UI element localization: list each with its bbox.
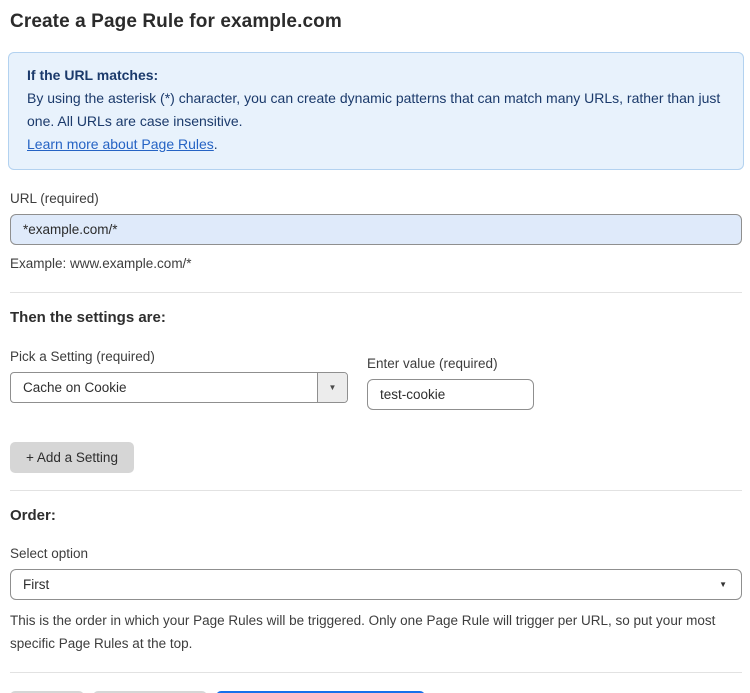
chevron-down-icon: ▼ [328, 383, 337, 392]
order-select[interactable]: First ▼ [10, 569, 742, 600]
order-select-value: First [23, 577, 50, 592]
settings-section-heading: Then the settings are: [10, 309, 166, 326]
url-input[interactable] [10, 214, 742, 245]
setting-picker-label: Pick a Setting (required) [10, 349, 155, 364]
order-section-heading: Order: [10, 507, 56, 524]
url-field-label: URL (required) [10, 191, 99, 206]
link-suffix: . [213, 136, 218, 152]
url-match-info-box: If the URL matches: By using the asteris… [8, 52, 744, 170]
setting-picker-dropdown[interactable]: Cache on Cookie ▼ [10, 372, 348, 403]
divider [10, 490, 742, 491]
page-title: Create a Page Rule for example.com [10, 11, 342, 32]
settings-row: Pick a Setting (required) Cache on Cooki… [10, 349, 740, 410]
order-select-label: Select option [10, 546, 89, 561]
chevron-down-icon: ▼ [719, 580, 727, 589]
dropdown-arrow-button[interactable]: ▼ [317, 373, 347, 402]
setting-picker-column: Pick a Setting (required) Cache on Cooki… [10, 349, 348, 410]
info-box-body: By using the asterisk (*) character, you… [27, 90, 721, 129]
setting-picker-value: Cache on Cookie [23, 380, 127, 395]
divider [10, 672, 742, 673]
setting-value-input[interactable] [367, 379, 534, 410]
add-setting-button[interactable]: + Add a Setting [10, 442, 134, 473]
info-box-link-line: Learn more about Page Rules. [27, 133, 725, 156]
order-helper-text: This is the order in which your Page Rul… [10, 613, 716, 651]
setting-value-column: Enter value (required) [367, 356, 534, 410]
divider [10, 292, 742, 293]
info-box-heading: If the URL matches: [27, 67, 159, 83]
learn-more-link[interactable]: Learn more about Page Rules [27, 136, 214, 152]
setting-value-label: Enter value (required) [367, 356, 498, 371]
url-example-helper: Example: www.example.com/* [10, 256, 192, 271]
